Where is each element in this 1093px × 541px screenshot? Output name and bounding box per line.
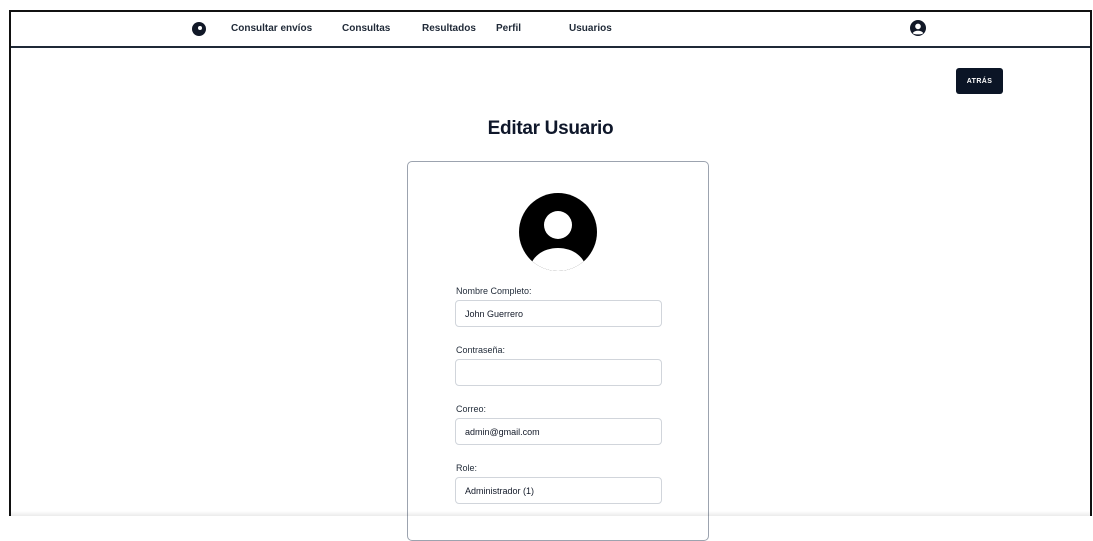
back-button[interactable]: ATRÁS — [956, 68, 1003, 94]
nav-item-consultar-envios[interactable]: Consultar envíos — [231, 23, 312, 34]
page-title: Editar Usuario — [487, 118, 614, 139]
logo-icon[interactable] — [192, 22, 206, 36]
nav-item-usuarios[interactable]: Usuarios — [569, 23, 612, 34]
top-navbar: Consultar envíos Consultas Resultados Pe… — [11, 12, 1090, 48]
app-window: Consultar envíos Consultas Resultados Pe… — [9, 10, 1092, 541]
user-avatar-icon[interactable] — [910, 20, 926, 36]
email-label: Correo: — [456, 404, 487, 414]
edit-user-card: Nombre Completo: Contraseña: Correo: Rol… — [407, 161, 709, 541]
nav-item-consultas[interactable]: Consultas — [342, 23, 390, 34]
bottom-fade — [11, 511, 1090, 516]
password-label: Contraseña: — [456, 345, 506, 355]
email-input[interactable] — [455, 418, 662, 445]
full-name-label: Nombre Completo: — [456, 286, 532, 296]
full-name-input[interactable] — [455, 300, 662, 327]
nav-item-resultados[interactable]: Resultados — [422, 23, 476, 34]
nav-item-perfil[interactable]: Perfil — [496, 23, 521, 34]
role-label: Role: — [456, 463, 478, 473]
profile-avatar-icon[interactable] — [518, 192, 598, 272]
password-input[interactable] — [455, 359, 662, 386]
role-input[interactable] — [455, 477, 662, 504]
